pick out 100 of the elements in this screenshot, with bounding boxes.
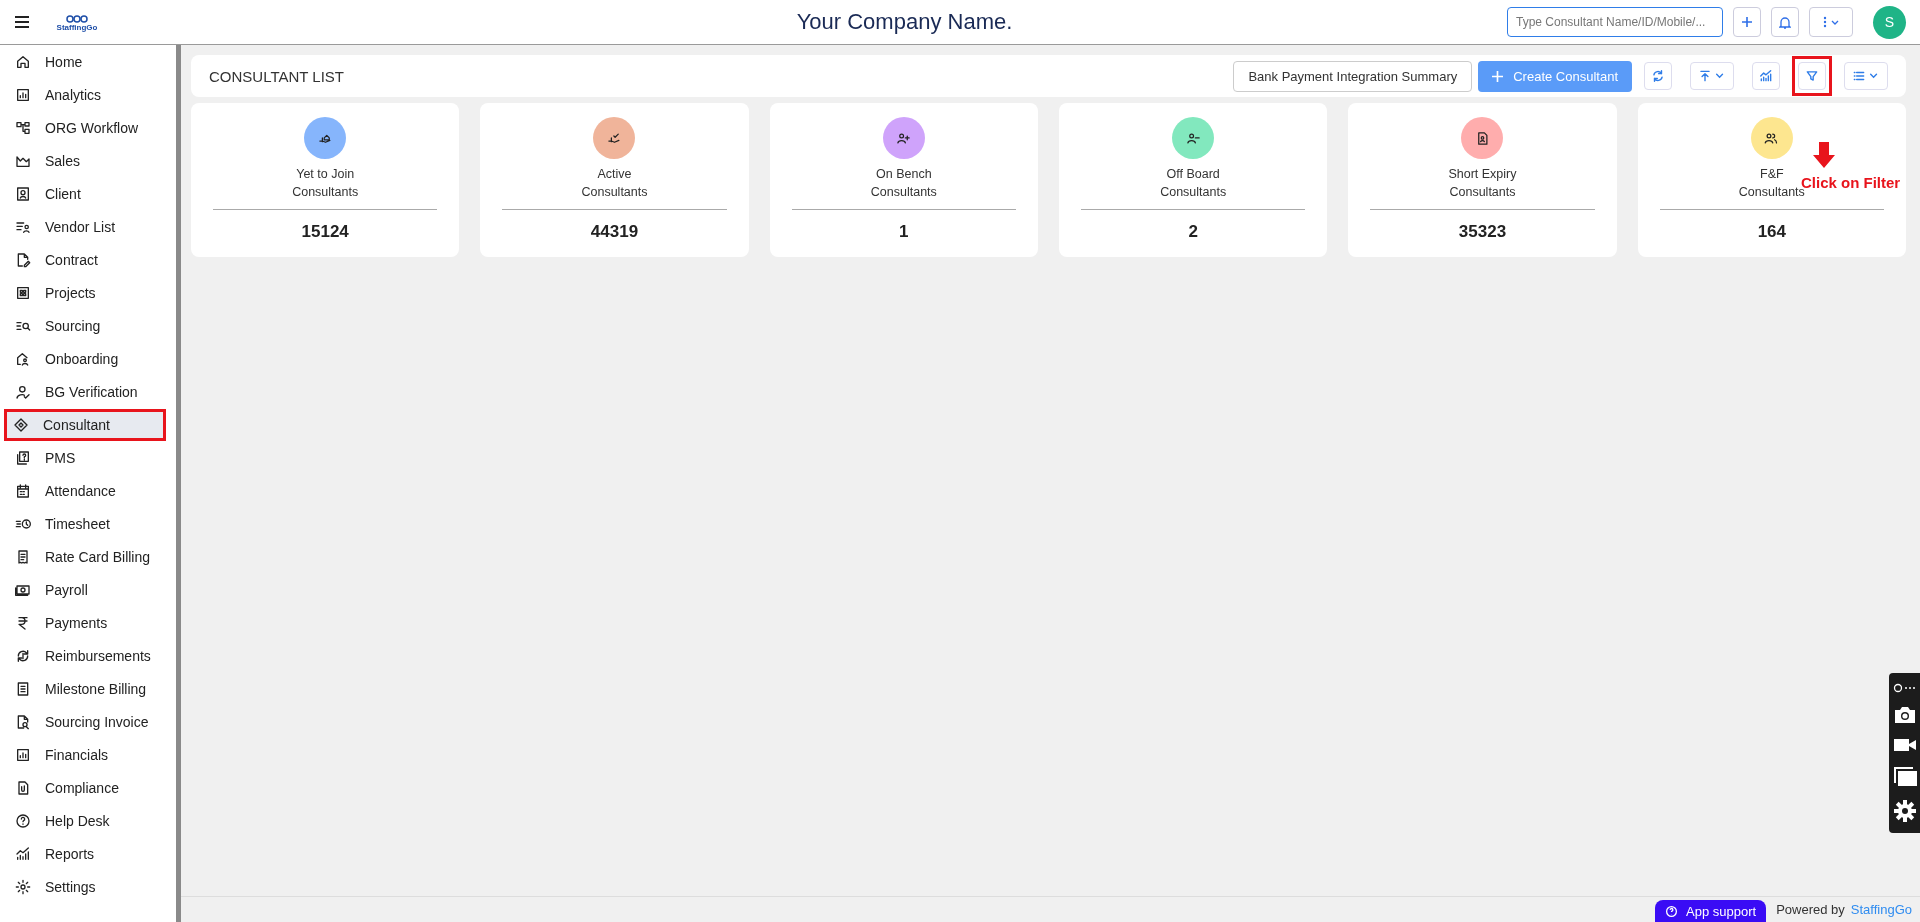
flowchart-icon [15,120,31,136]
sidebar-item[interactable]: Contract [0,244,176,276]
refresh-icon [1651,69,1665,83]
menu-icon [14,15,30,29]
sidebar-item[interactable]: Reports [0,838,176,870]
sidebar-item[interactable]: Consultant [4,409,166,441]
card-count: 1 [899,222,909,242]
line-chart-icon [1759,69,1773,83]
add-button[interactable] [1733,7,1761,37]
powered-by-text: Powered by [1776,902,1845,917]
app-support-button[interactable]: App support [1655,899,1767,922]
card-count: 2 [1188,222,1198,242]
bell-icon [1779,15,1791,29]
sidebar-item[interactable]: Payments [0,607,176,639]
sidebar-item[interactable]: Rate Card Billing [0,541,176,573]
sidebar-item[interactable]: Payroll [0,574,176,606]
home-icon [15,54,31,70]
sidebar-item[interactable]: Milestone Billing [0,673,176,705]
sidebar-item[interactable]: Projects [0,277,176,309]
sidebar-item[interactable]: Financials [0,739,176,771]
stat-card[interactable]: Active Consultants 44319 [480,103,749,257]
sidebar-item[interactable]: Client [0,178,176,210]
calendar-icon [15,483,31,499]
area-chart-icon [15,153,31,169]
document-icon [15,681,31,697]
windows-icon[interactable] [1892,765,1917,786]
sidebar-item[interactable]: PMS [0,442,176,474]
sidebar-item[interactable]: Vendor List [0,211,176,243]
card-label: Yet to Join Consultants [292,166,359,201]
plus-icon [1741,16,1753,28]
stat-card[interactable]: On Bench Consultants 1 [769,103,1038,257]
card-count: 35323 [1458,222,1507,242]
cycle-icon [15,648,31,664]
down-arrow-icon [1813,142,1835,168]
sidebar-item[interactable]: Attendance [0,475,176,507]
document-icon [15,780,31,796]
toolbar-button[interactable] [1690,62,1734,90]
sidebar-item[interactable]: Sales [0,145,176,177]
bar-chart-icon [15,747,31,763]
card-count: 164 [1757,222,1786,242]
card-label: Off Board Consultants [1160,166,1227,201]
notification-button[interactable] [1771,7,1799,37]
sidebar-item[interactable]: BG Verification [0,376,176,408]
banknote-icon [15,582,31,598]
logo-rings-icon [66,12,88,23]
person-minus-icon [1185,130,1201,146]
sidebar-item[interactable]: Timesheet [0,508,176,540]
filter-icon [1805,69,1819,83]
sidebar-item[interactable]: ORG Workflow [0,112,176,144]
bank-payment-summary-button[interactable]: Bank Payment Integration Summary [1233,60,1473,92]
document-search-icon [15,714,31,730]
sidebar-item[interactable]: Onboarding [0,343,176,375]
hand-check-icon [607,130,622,146]
clock-icon [15,516,31,532]
document-stack-icon [15,450,31,466]
kebab-caret-icon [1821,16,1841,28]
document-edit-icon [15,252,31,268]
stat-card[interactable]: Short Expiry Consultants 35323 [1348,103,1617,257]
card-label: Active Consultants [581,166,648,201]
help-icon [15,813,31,829]
camera-icon[interactable] [1892,706,1917,725]
video-camera-icon[interactable] [1892,737,1917,753]
contact-card-icon [15,186,31,202]
card-label: Short Expiry Consultants [1448,166,1517,201]
receipt-icon [15,549,31,565]
document-person-icon [1475,130,1490,146]
toolbar-button[interactable] [1644,62,1672,90]
sidebar-item[interactable]: Settings [0,871,176,903]
toolbar-button[interactable] [1844,62,1888,90]
sidebar-item[interactable]: Help Desk [0,805,176,837]
sidebar-item[interactable]: Reimbursements [0,640,176,672]
sidebar-item[interactable]: Sourcing Invoice [0,706,176,738]
stat-card[interactable]: Yet to Join Consultants 15124 [191,103,460,257]
toolbar-button[interactable] [1752,62,1780,90]
plus-icon [1492,70,1504,82]
growth-chart-icon [15,846,31,862]
search-field[interactable]: Type Consultant Name/ID/Mobile/... [1507,7,1723,37]
sidebar-item[interactable]: Analytics [0,79,176,111]
bar-chart-icon [15,87,31,103]
stat-card[interactable]: Off Board Consultants 2 [1059,103,1328,257]
person-plus-icon [896,130,912,146]
card-count: 15124 [301,222,349,242]
sidebar-item[interactable]: Home [0,46,176,78]
person-check-icon [15,384,31,400]
grid-icon [15,285,31,301]
rupee-icon [15,615,31,631]
logo-text: StaffingGo [56,22,98,32]
list-caret-icon [1852,69,1880,83]
list-person-icon [15,219,31,235]
upload-caret-icon [1698,69,1726,83]
link-dots-icon[interactable] [1892,683,1917,694]
page-title: CONSULTANT LIST [209,67,345,85]
company-title: Your Company Name. [795,9,1014,35]
house-person-icon [15,351,31,367]
sidebar-item[interactable]: Sourcing [0,310,176,342]
toolbar-button[interactable] [1798,62,1826,90]
card-count: 44319 [590,222,639,242]
sidebar-item[interactable]: Compliance [0,772,176,804]
scrollbar[interactable] [176,45,181,922]
help-icon [1665,905,1679,918]
